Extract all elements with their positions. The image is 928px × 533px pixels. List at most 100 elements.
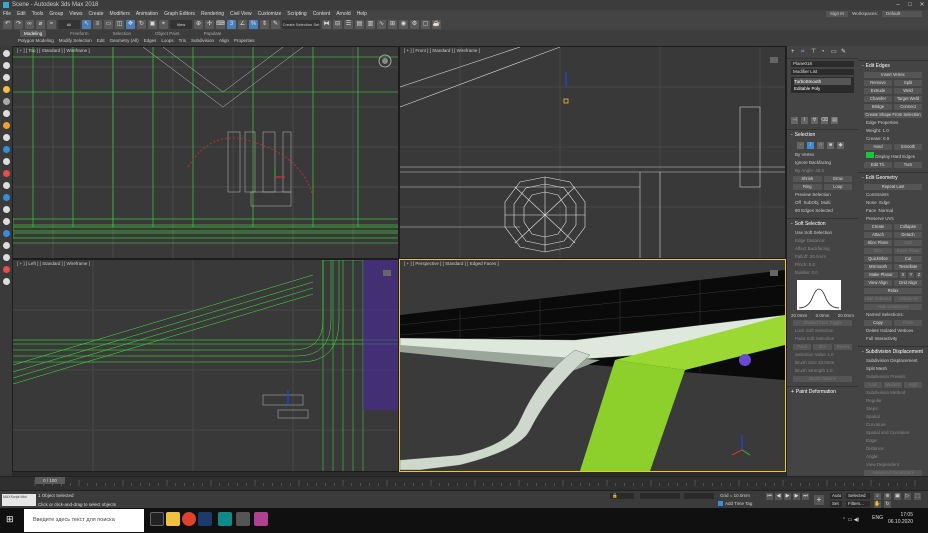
zoom-icon[interactable]: ⌕ xyxy=(874,493,881,500)
display-tab-icon[interactable]: ▭ xyxy=(831,49,837,55)
paste-button[interactable]: Paste xyxy=(894,320,922,326)
y-coordinate-field[interactable] xyxy=(684,493,714,499)
shaded-face-toggle-button[interactable]: Shaded Face Toggle xyxy=(793,320,852,326)
collapse-button[interactable]: Collapse xyxy=(894,224,922,230)
spinner-snap-icon[interactable]: ⇕ xyxy=(260,19,269,29)
menu-graph-editors[interactable]: Graph Editors xyxy=(164,10,195,18)
tool-icon[interactable] xyxy=(2,74,10,81)
hard-edge-color-swatch[interactable] xyxy=(866,152,874,158)
soft-selection-rollout[interactable]: - Soft Selection xyxy=(787,218,858,229)
tool-icon[interactable] xyxy=(2,254,10,261)
steps-spinner[interactable]: Steps: xyxy=(858,405,928,413)
motion-tab-icon[interactable]: ◔ xyxy=(821,49,827,55)
configure-sets-icon[interactable]: ▤ xyxy=(831,117,838,124)
system-tray-icons[interactable]: ⌃ ▭ ◀) xyxy=(842,517,859,523)
close-button[interactable]: ✕ xyxy=(916,0,928,10)
workspace-dropdown[interactable]: Default xyxy=(882,11,922,17)
attach-button[interactable]: Attach xyxy=(864,232,892,238)
menu-civil-view[interactable]: Civil View xyxy=(230,10,252,18)
windows-start-icon[interactable]: ⊞ xyxy=(6,514,14,525)
edge-spinner[interactable]: Edge: xyxy=(858,437,928,445)
show-end-result-icon[interactable]: I xyxy=(801,117,808,124)
grow-button[interactable]: Grow xyxy=(823,176,852,182)
x-button[interactable]: X xyxy=(900,272,906,278)
tool-icon[interactable] xyxy=(2,98,10,105)
display-hard-edges-checkbox[interactable]: Display Hard Edges xyxy=(858,151,928,161)
constraint-normal-radio[interactable]: Normal xyxy=(879,208,894,213)
selected-dropdown[interactable]: Selected xyxy=(846,493,870,499)
preview-subobj-radio[interactable]: SubObj xyxy=(803,200,818,205)
crease-spinner[interactable]: Crease: 0.0 xyxy=(858,135,928,143)
curvature-radio[interactable]: Curvature xyxy=(858,421,928,429)
bind-space-warp-icon[interactable]: ≈ xyxy=(47,19,56,29)
viewport-label[interactable]: [ + ] [ Left ] [ Standard ] [ Wireframe … xyxy=(17,261,90,266)
percent-snap-icon[interactable]: % xyxy=(249,19,258,29)
maxscript-listener[interactable]: MAXScript Mini xyxy=(2,494,36,506)
toggle-layer-explorer-icon[interactable]: ▤ xyxy=(355,19,364,29)
subdivision-displacement-checkbox[interactable]: Subdivision Displacement xyxy=(858,357,928,365)
border-icon[interactable]: ○ xyxy=(817,142,824,149)
bubble-spinner[interactable]: Bubble: 0.0 xyxy=(787,269,858,277)
smooth-button[interactable]: Smooth xyxy=(894,144,922,150)
reset-plane-button[interactable]: Reset Plane xyxy=(894,248,922,254)
ribbon-subdivision[interactable]: Subdivision xyxy=(191,37,214,45)
msmooth-button[interactable]: MSmooth xyxy=(864,264,892,270)
tool-icon[interactable] xyxy=(2,146,10,153)
x-coordinate-field[interactable] xyxy=(640,493,680,499)
zoom-all-icon[interactable]: ⊕ xyxy=(884,493,891,500)
tool-icon[interactable] xyxy=(2,182,10,189)
falloff-value[interactable]: 20.0mm xyxy=(810,254,826,259)
menu-create[interactable]: Create xyxy=(89,10,104,18)
by-angle-checkbox[interactable]: By Angle: 45.0 xyxy=(787,167,858,175)
3dsmax-taskbar-icon[interactable] xyxy=(218,512,232,526)
orbit-icon[interactable]: ↻ xyxy=(884,501,891,508)
stack-item-editable-poly[interactable]: Editable Poly xyxy=(794,85,851,92)
goto-start-icon[interactable]: ⏮ xyxy=(766,493,773,500)
taskbar-search-input[interactable]: Введите здесь текст для поиска xyxy=(24,509,144,532)
constraint-none-radio[interactable]: None xyxy=(866,200,877,205)
maximize-button[interactable]: □ xyxy=(904,0,916,10)
selection-rollout[interactable]: - Selection xyxy=(787,129,858,140)
ribbon-tris[interactable]: Tris xyxy=(179,37,186,45)
slice-plane-button[interactable]: Slice Plane xyxy=(864,240,892,246)
menu-help[interactable]: Help xyxy=(357,10,367,18)
brush-strength-spinner[interactable]: Brush Strength 1.0 xyxy=(787,367,858,375)
create-button[interactable]: Create xyxy=(864,224,892,230)
named-selection-set-dropdown[interactable]: Create Selection Set xyxy=(282,19,320,29)
select-rotate-icon[interactable]: ↻ xyxy=(137,19,146,29)
detach-button[interactable]: Detach xyxy=(894,232,922,238)
paint-button[interactable]: Paint xyxy=(793,344,812,350)
select-manipulate-icon[interactable]: ✢ xyxy=(205,19,214,29)
tool-icon[interactable] xyxy=(2,230,10,237)
viewport-perspective[interactable]: [ + ] [ Perspective ] [ Standard ] [ Edg… xyxy=(399,259,786,472)
tool-icon[interactable] xyxy=(2,86,10,93)
preserve-uvs-checkbox[interactable]: Preserve UVs xyxy=(858,215,928,223)
spatial-and-curvature-radio[interactable]: Spatial and Curvature xyxy=(858,429,928,437)
viewport-label[interactable]: [ + ] [ Front ] [ Standard ] [ Wireframe… xyxy=(404,48,480,53)
task-view-icon[interactable] xyxy=(150,512,164,526)
ignore-backfacing-checkbox[interactable]: Ignore Backfacing xyxy=(787,159,858,167)
ribbon-polygon-modeling[interactable]: Polygon Modeling xyxy=(18,37,54,45)
modify-tab-icon[interactable]: ⌗ xyxy=(801,49,807,55)
auto-key-button[interactable]: Auto xyxy=(830,493,842,499)
render-setup-icon[interactable]: ⚙ xyxy=(410,19,419,29)
brush-size-spinner[interactable]: Brush Size 20.0mm xyxy=(787,359,858,367)
lock-selection-icon[interactable]: 🔒 xyxy=(610,493,634,499)
hierarchy-tab-icon[interactable]: ⊤ xyxy=(811,49,817,55)
edge-icon[interactable]: / xyxy=(807,142,814,149)
revert-button[interactable]: Revert xyxy=(833,344,852,350)
extrude-button[interactable]: Extrude xyxy=(864,88,892,94)
tool-icon[interactable] xyxy=(2,158,10,165)
tool-icon[interactable] xyxy=(2,206,10,213)
ribbon-align[interactable]: Align xyxy=(219,37,229,45)
ribbon-edit[interactable]: Edit xyxy=(97,37,105,45)
selection-value-num[interactable]: 1.0 xyxy=(827,352,833,357)
tool-icon[interactable] xyxy=(2,122,10,129)
shrink-button[interactable]: Shrink xyxy=(793,176,822,182)
modifier-list-dropdown[interactable]: Modifier List xyxy=(791,69,854,75)
edit-named-selection-icon[interactable]: ✎ xyxy=(271,19,280,29)
unhide-all-button[interactable]: Unhide All xyxy=(894,296,922,302)
paint-deformation-rollout[interactable]: + Paint Deformation xyxy=(787,386,858,397)
view-dependent-checkbox[interactable]: View Dependent xyxy=(858,461,928,469)
rendered-frame-window-icon[interactable]: ▢ xyxy=(421,19,430,29)
